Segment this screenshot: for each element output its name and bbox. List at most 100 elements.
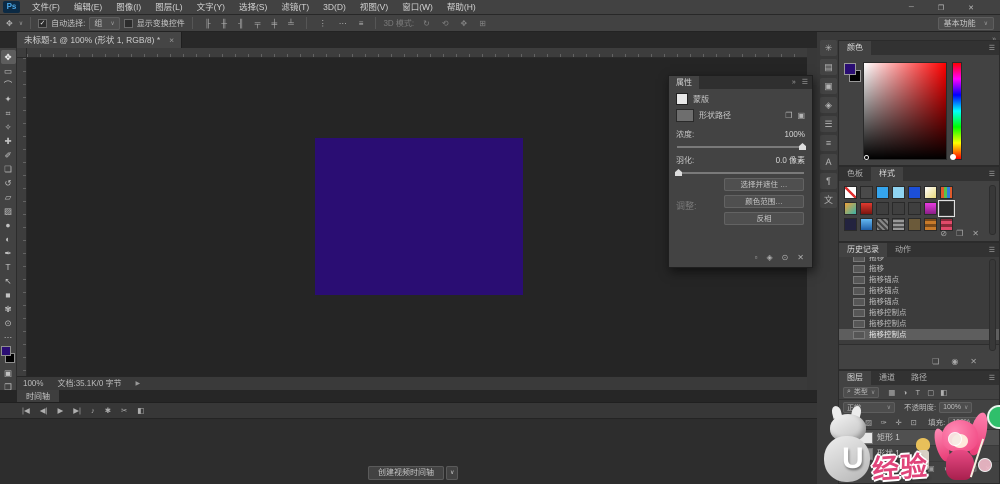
style-swatch[interactable] [892, 186, 905, 199]
density-value[interactable]: 100% [785, 130, 805, 139]
opacity-dropdown[interactable]: 100% ∨ [939, 402, 972, 413]
delete-mask-icon[interactable]: ✕ [797, 253, 804, 262]
eyedropper-tool[interactable]: ✧ [1, 120, 16, 134]
align-h-center-icon[interactable]: ╫ [219, 19, 229, 28]
gradient-tool[interactable]: ▨ [1, 204, 16, 218]
add-mask-icon[interactable]: ▣ [928, 464, 935, 473]
clear-style-icon[interactable]: ⊘ [940, 229, 947, 238]
path-selection-tool[interactable]: ↖ [1, 274, 16, 288]
menu-item[interactable]: 视图(V) [353, 0, 395, 15]
history-state-row[interactable]: 拖移锚点 [839, 274, 999, 285]
info-panel-icon[interactable]: ◈ [820, 97, 837, 113]
chevron-down-icon[interactable]: ∨ [19, 20, 23, 27]
libraries-panel-icon[interactable]: ▣ [820, 78, 837, 94]
foreground-color-swatch[interactable] [1, 346, 11, 356]
new-doc-from-state-icon[interactable]: ❏ [932, 357, 939, 366]
style-swatch[interactable] [876, 202, 889, 215]
quick-mask-button[interactable]: ▣ [1, 366, 16, 380]
zoom-level[interactable]: 100% [23, 379, 43, 388]
mask-thumbnail[interactable] [676, 109, 694, 122]
align-right-icon[interactable]: ╢ [236, 19, 246, 28]
mask-refine-button[interactable]: 选择并遮住 … [724, 178, 804, 191]
style-swatch[interactable] [892, 202, 905, 215]
collapse-panel-icon[interactable]: » [792, 76, 796, 89]
healing-brush-tool[interactable]: ✚ [1, 134, 16, 148]
lock-transparent-icon[interactable]: ▨ [863, 418, 874, 427]
tab-properties[interactable]: 属性 [669, 76, 699, 89]
layer-row[interactable]: ⊙ 矩形 1 [839, 430, 999, 446]
distribute-vertical-icon[interactable]: ⋮ [317, 19, 329, 28]
settings-button[interactable]: ✱ [105, 406, 111, 415]
auto-select-dropdown[interactable]: 组 ∨ [89, 17, 119, 30]
fill-dropdown[interactable]: 100% ∨ [948, 417, 981, 428]
move-tool[interactable]: ✥ [1, 50, 16, 64]
edit-toolbar-icon[interactable]: ⋯ [1, 330, 16, 344]
feather-slider[interactable] [677, 172, 804, 174]
density-slider-handle[interactable] [799, 143, 806, 150]
rectangle-tool[interactable]: ■ [1, 288, 16, 302]
blur-tool[interactable]: ● [1, 218, 16, 232]
distribute-horizontal-icon[interactable]: ⋯ [337, 19, 349, 28]
panel-tab[interactable]: 通道 [871, 371, 903, 385]
foreground-color-swatch[interactable] [844, 63, 856, 75]
style-swatch[interactable] [940, 202, 953, 215]
style-swatch[interactable] [908, 202, 921, 215]
restore-button[interactable]: ❐ [938, 4, 944, 12]
panel-tab[interactable]: 色板 [839, 167, 871, 181]
tool-presets-panel-icon[interactable]: ☰ [820, 116, 837, 132]
status-options-icon[interactable]: ▶ [136, 380, 141, 387]
menu-item[interactable]: 图像(I) [109, 0, 148, 15]
layer-thumbnail[interactable] [858, 448, 873, 460]
new-group-icon[interactable]: ❒ [955, 464, 962, 473]
mask-refine-button[interactable]: 颜色范围… [724, 195, 804, 208]
next-frame-button[interactable]: ▶| [73, 406, 81, 415]
quick-selection-tool[interactable]: ✦ [1, 92, 16, 106]
saturation-brightness-field[interactable] [863, 62, 947, 160]
menu-item[interactable]: 文件(F) [25, 0, 67, 15]
align-top-icon[interactable]: ╤ [253, 19, 263, 28]
add-vector-mask-icon[interactable]: ▣ [797, 111, 805, 120]
lock-all-icon[interactable]: ⊡ [908, 418, 919, 427]
filter-adjustment-icon[interactable]: ◑ [899, 388, 910, 397]
auto-select-checkbox[interactable]: ✓ [38, 19, 47, 28]
layer-thumbnail[interactable] [858, 432, 873, 444]
style-swatch[interactable] [892, 218, 905, 231]
menu-item[interactable]: 编辑(E) [67, 0, 109, 15]
prev-frame-button[interactable]: ◀| [40, 406, 48, 415]
3d-scale-icon[interactable]: ⊞ [477, 19, 488, 28]
style-swatch[interactable] [924, 186, 937, 199]
pen-tool[interactable]: ✒ [1, 246, 16, 260]
paragraph-panel-icon[interactable]: ¶ [820, 173, 837, 189]
panel-tab[interactable]: 图层 [839, 371, 871, 385]
panel-tab[interactable]: 动作 [887, 243, 919, 257]
character-panel-icon[interactable]: A [820, 154, 837, 170]
filter-pixel-icon[interactable]: ▦ [886, 388, 897, 397]
transition-button[interactable]: ◧ [137, 406, 144, 415]
mask-refine-button[interactable]: 反相 [724, 212, 804, 225]
delete-style-icon[interactable]: ✕ [972, 229, 979, 238]
style-swatch[interactable] [860, 218, 873, 231]
history-state-row[interactable]: 拖移 [839, 263, 999, 274]
first-frame-button[interactable]: |◀ [22, 406, 30, 415]
add-pixel-mask-icon[interactable]: ❐ [785, 111, 792, 120]
3d-roll-icon[interactable]: ⟲ [440, 19, 451, 28]
panel-menu-icon[interactable]: ☰ [802, 76, 808, 89]
align-v-center-icon[interactable]: ╪ [269, 19, 279, 28]
glyphs-panel-icon[interactable]: 文 [820, 192, 837, 208]
close-button[interactable]: ✕ [968, 4, 974, 12]
panel-tab[interactable]: 历史记录 [839, 243, 887, 257]
hand-tool[interactable]: ✾ [1, 302, 16, 316]
history-state-row[interactable]: 拖移控制点 [839, 329, 999, 340]
lock-pixels-icon[interactable]: ✑ [878, 418, 889, 427]
create-video-timeline-button[interactable]: 创建视频时间轴 [368, 466, 444, 480]
show-transform-checkbox[interactable] [124, 19, 133, 28]
history-state-row[interactable]: 拖移锚点 [839, 296, 999, 307]
audio-button[interactable]: ♪ [91, 406, 95, 415]
scrollbar[interactable] [989, 185, 996, 235]
style-swatch[interactable] [924, 218, 937, 231]
style-swatch[interactable] [844, 218, 857, 231]
3d-pan-icon[interactable]: ✥ [459, 19, 470, 28]
style-swatch[interactable] [844, 202, 857, 215]
style-swatch[interactable] [908, 218, 921, 231]
split-button[interactable]: ✂ [121, 406, 127, 415]
